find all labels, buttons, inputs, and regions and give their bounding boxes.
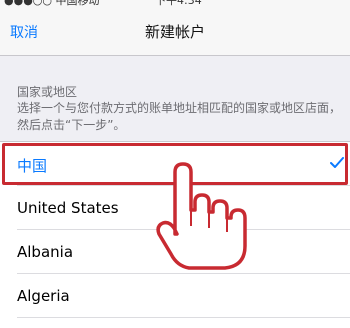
status-bar: ●●●○○ 中国移动 下午4:34 xyxy=(0,0,350,8)
navigation-bar: 取消 新建帐户 xyxy=(0,8,350,56)
country-row-algeria[interactable]: Algeria xyxy=(0,274,350,318)
page-title: 新建帐户 xyxy=(144,23,205,41)
pointing-hand-icon xyxy=(156,162,247,270)
country-label: Algeria xyxy=(17,287,70,305)
carrier-label: ●●●○○ 中国移动 xyxy=(4,0,100,7)
status-time: 下午4:34 xyxy=(155,0,202,7)
country-label: Albania xyxy=(17,243,74,261)
section-header: 国家或地区 xyxy=(17,85,78,99)
country-label: United States xyxy=(17,199,119,217)
row-separator xyxy=(17,317,350,318)
section-description: 选择一个与您付款方式的账单地址相匹配的国家或地区店面，然后点击“下一步”。 xyxy=(17,101,342,132)
